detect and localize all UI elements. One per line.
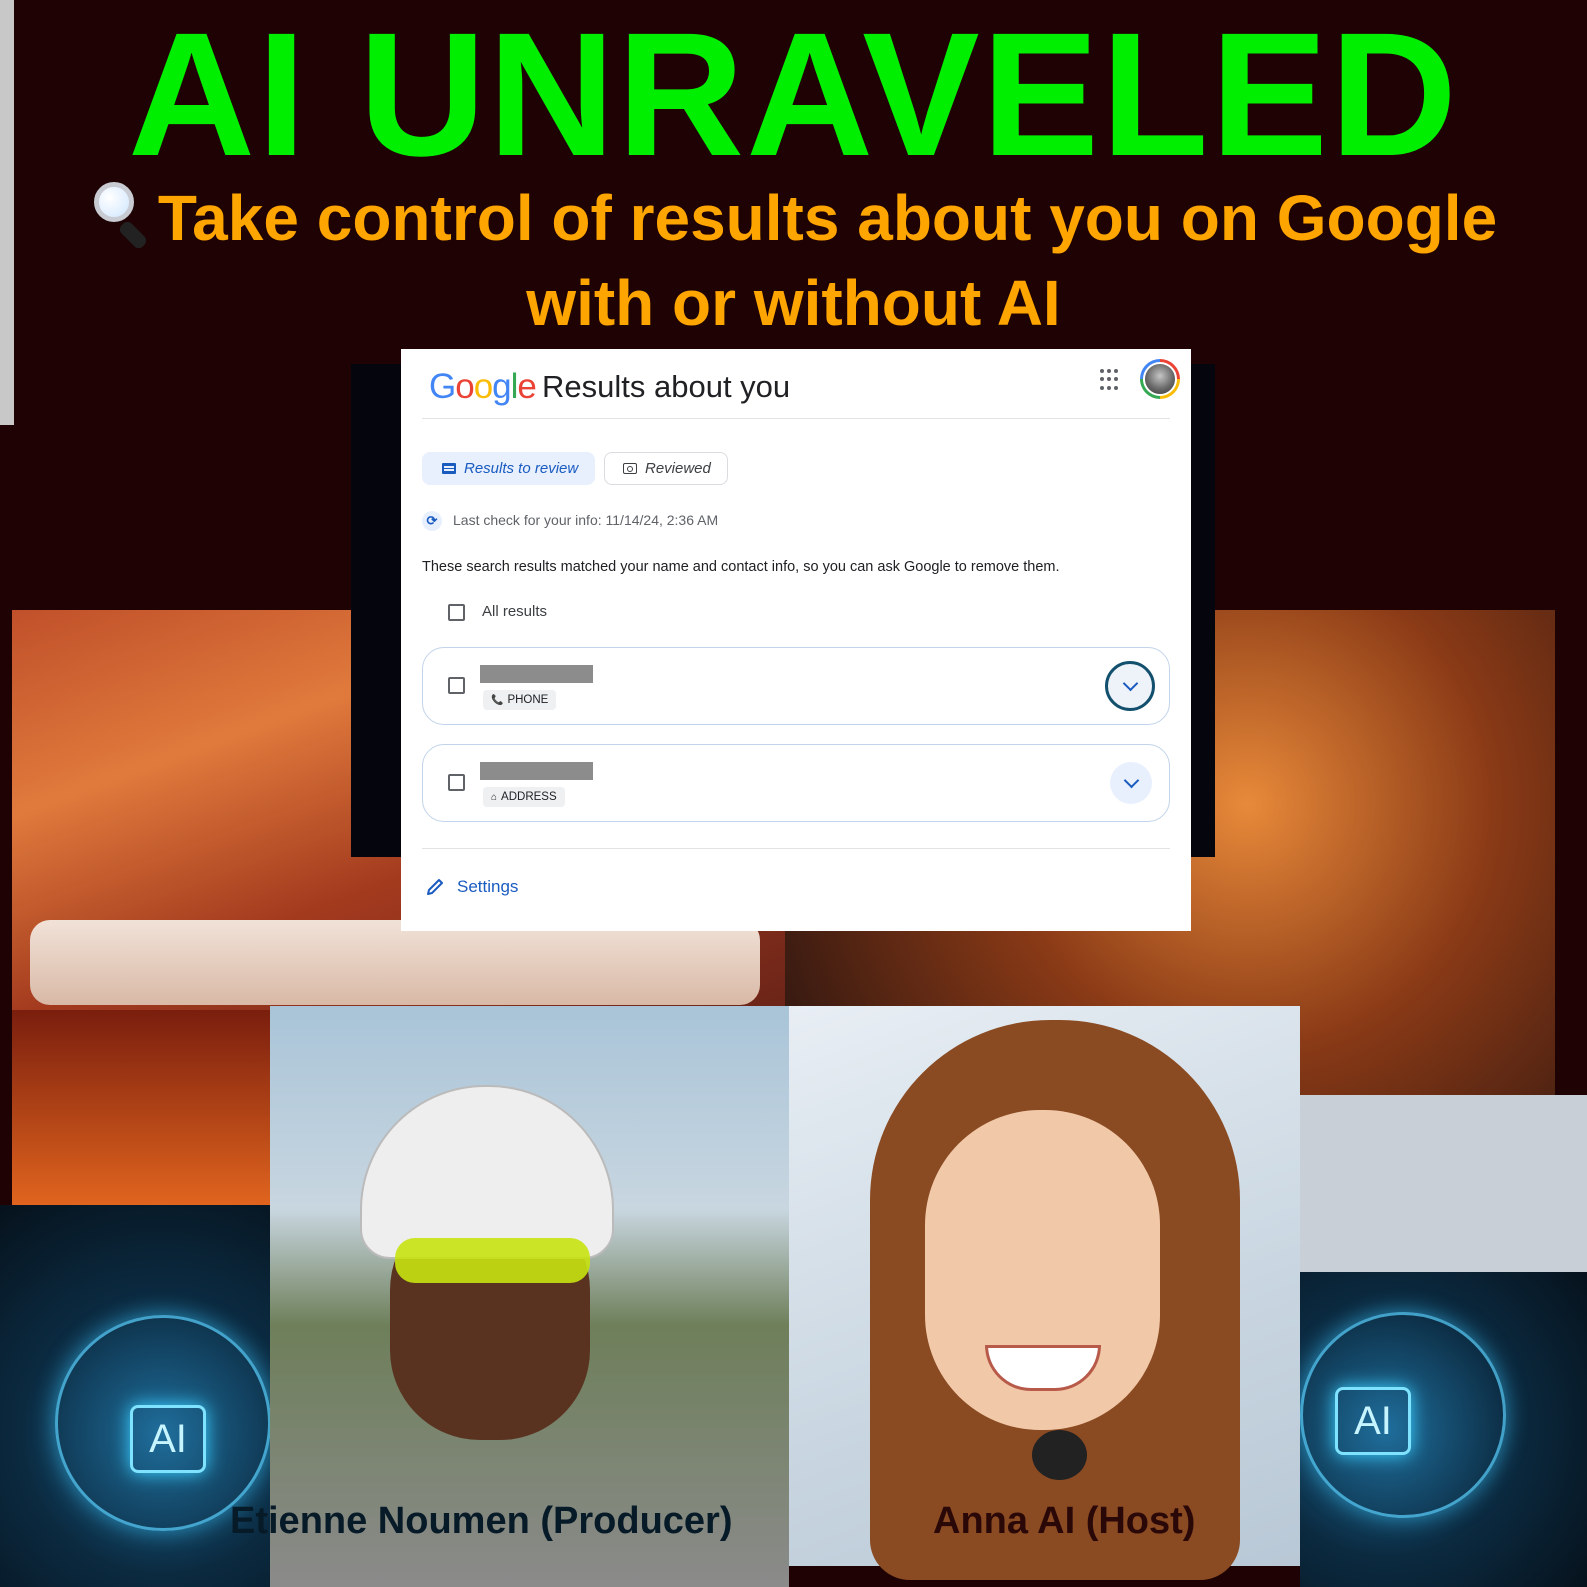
google-logo-letter: G (429, 367, 456, 406)
sync-icon: ⟳ (422, 511, 442, 531)
collage-image-device (1300, 1095, 1587, 1275)
header-divider (422, 418, 1170, 419)
collage-plaza-floor (30, 920, 760, 1005)
last-check-text: Last check for your info: 11/14/24, 2:36… (453, 512, 719, 528)
ai-badge-right: AI (1335, 1387, 1411, 1455)
expand-button[interactable] (1110, 762, 1152, 804)
result-item[interactable]: 📞 PHONE (422, 647, 1170, 725)
banner-subtitle: Take control of results about you on Goo… (20, 176, 1567, 346)
banner-title: AI UNRAVELED (127, 0, 1460, 193)
page-title: Results about you (542, 369, 791, 404)
result-item[interactable]: ⌂ ADDRESS (422, 744, 1170, 822)
account-avatar[interactable] (1140, 359, 1180, 399)
phone-icon: 📞 (491, 694, 504, 706)
ai-badge-left: AI (130, 1405, 206, 1473)
sunglasses (395, 1238, 590, 1283)
chevron-down-icon (1122, 675, 1138, 692)
home-icon: ⌂ (491, 791, 498, 803)
host-caption: Anna AI (Host) (933, 1500, 1196, 1542)
footer-divider (422, 848, 1170, 849)
select-all-checkbox[interactable] (448, 604, 465, 621)
result-type-chip: ⌂ ADDRESS (483, 787, 565, 807)
google-logo-letter: o (473, 367, 493, 406)
tab-label: Results to review (464, 460, 579, 477)
chip-label: ADDRESS (501, 791, 557, 803)
results-about-you-card: Google Results about you Results to revi… (401, 349, 1191, 931)
tab-results-to-review[interactable]: Results to review (422, 452, 595, 485)
producer-caption: Etienne Noumen (Producer) (230, 1500, 733, 1542)
subtitle-line-1: Take control of results about you on Goo… (157, 182, 1498, 254)
result-checkbox[interactable] (448, 774, 465, 791)
headset-mic-icon (1032, 1430, 1087, 1480)
google-logo: Google (429, 367, 537, 407)
tab-label: Reviewed (645, 460, 711, 477)
magnifying-glass-icon (90, 182, 152, 251)
chip-label: PHONE (507, 694, 549, 706)
subtitle-line-2: with or without AI (526, 267, 1061, 339)
redacted-result-text (480, 665, 593, 683)
collage-image-orange-sky (12, 1010, 270, 1205)
ai-brain-image-right: AI (1300, 1272, 1587, 1587)
reviewed-icon (623, 463, 637, 474)
redacted-result-text (480, 762, 593, 780)
apps-grid-icon[interactable] (1100, 369, 1122, 391)
google-logo-letter: e (517, 367, 536, 406)
pencil-icon[interactable] (425, 877, 445, 897)
list-icon (442, 463, 456, 474)
results-description: These search results matched your name a… (422, 559, 1060, 575)
chevron-down-icon (1123, 772, 1139, 789)
settings-link[interactable]: Settings (457, 877, 518, 897)
google-logo-letter: o (455, 367, 474, 406)
select-all-label: All results (482, 603, 548, 620)
result-type-chip: 📞 PHONE (483, 690, 557, 710)
tab-reviewed[interactable]: Reviewed (604, 452, 728, 485)
expand-button[interactable] (1105, 661, 1155, 711)
result-checkbox[interactable] (448, 677, 465, 694)
google-logo-letter: g (492, 367, 511, 406)
